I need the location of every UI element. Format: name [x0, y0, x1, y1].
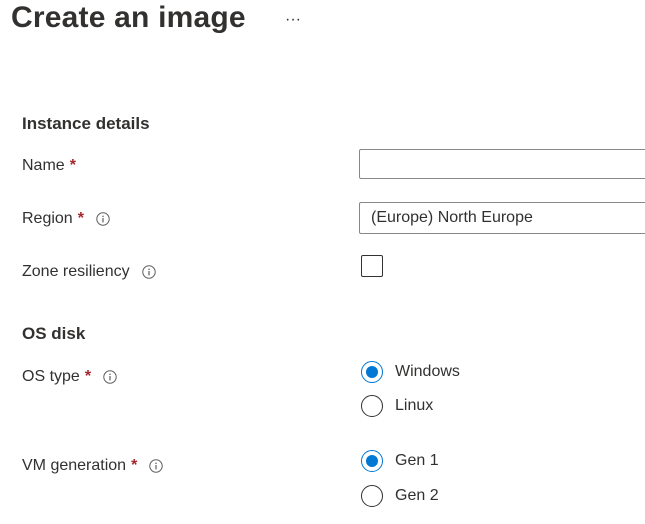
radio-button-checked[interactable]	[361, 450, 383, 472]
required-marker: *	[131, 457, 138, 474]
os-type-label-text: OS type	[22, 368, 80, 385]
info-icon[interactable]	[96, 212, 110, 226]
zone-resiliency-label: Zone resiliency	[22, 261, 156, 283]
required-marker: *	[84, 368, 92, 385]
radio-label-windows: Windows	[395, 363, 460, 380]
create-image-page: Create an image ··· Instance details Nam…	[0, 0, 645, 524]
radio-label-gen1: Gen 1	[395, 452, 439, 469]
name-label-text: Name	[22, 157, 65, 174]
region-label: Region *	[22, 208, 110, 230]
vm-generation-label: VM generation *	[22, 455, 163, 477]
region-select[interactable]: (Europe) North Europe	[359, 202, 645, 234]
info-icon[interactable]	[149, 459, 163, 473]
required-marker: *	[77, 210, 84, 227]
radio-label-gen2: Gen 2	[395, 487, 439, 504]
vm-generation-option-gen1[interactable]: Gen 1	[361, 449, 439, 473]
info-icon[interactable]	[141, 265, 156, 279]
region-selected-value: (Europe) North Europe	[371, 209, 533, 226]
radio-button-checked[interactable]	[361, 361, 383, 383]
zone-resiliency-label-text: Zone resiliency	[22, 263, 130, 280]
radio-button[interactable]	[361, 395, 383, 417]
region-label-text: Region	[22, 210, 73, 227]
vm-generation-label-text: VM generation	[22, 457, 127, 474]
required-marker: *	[69, 157, 76, 174]
section-heading-os-disk: OS disk	[22, 324, 86, 343]
name-input[interactable]	[359, 149, 645, 179]
radio-label-linux: Linux	[395, 397, 434, 414]
page-title: Create an image	[11, 1, 246, 34]
vm-generation-option-gen2[interactable]: Gen 2	[361, 484, 439, 508]
os-type-option-linux[interactable]: Linux	[361, 394, 433, 418]
radio-button[interactable]	[361, 485, 383, 507]
os-type-option-windows[interactable]: Windows	[361, 360, 460, 384]
name-label: Name *	[22, 155, 76, 177]
more-actions-button[interactable]: ···	[282, 10, 304, 30]
section-heading-instance-details: Instance details	[22, 114, 150, 133]
info-icon[interactable]	[103, 370, 117, 384]
zone-resiliency-checkbox[interactable]	[361, 255, 383, 277]
os-type-label: OS type *	[22, 366, 117, 388]
ellipsis-icon: ···	[285, 11, 301, 28]
